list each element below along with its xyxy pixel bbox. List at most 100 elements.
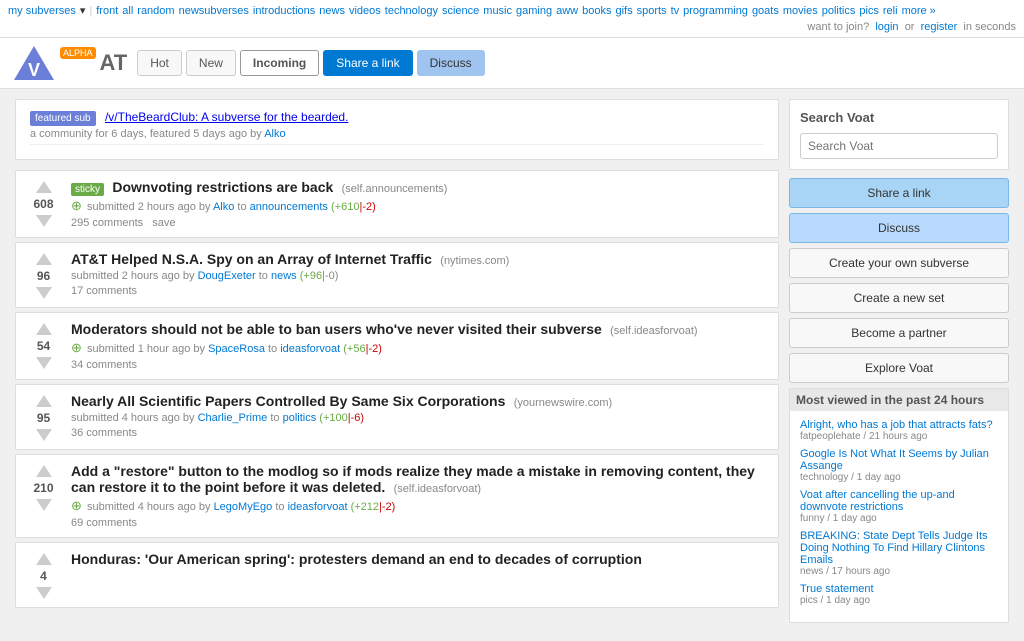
post-subverse[interactable]: politics (283, 412, 317, 424)
share-link-button[interactable]: Share a link (789, 178, 1009, 208)
alpha-badge: ALPHA (60, 47, 96, 59)
site-header: V ALPHA AT Hot New Incoming Share a link… (0, 38, 1024, 89)
most-viewed-link[interactable]: True statement (800, 583, 998, 595)
header-tabs: Hot New Incoming Share a link Discuss (137, 50, 484, 76)
post-author[interactable]: Charlie_Prime (198, 412, 268, 424)
login-link[interactable]: login (875, 21, 898, 33)
vote-column: 54 (16, 321, 71, 371)
nav-aww[interactable]: aww (556, 5, 578, 17)
nav-news[interactable]: news (319, 5, 345, 17)
tab-discuss[interactable]: Discuss (417, 50, 485, 76)
post-subverse[interactable]: ideasforvoat (280, 343, 340, 355)
table-row: 96 AT&T Helped N.S.A. Spy on an Array of… (15, 242, 779, 308)
table-row: 4 Honduras: 'Our American spring': prote… (15, 542, 779, 608)
upvote-button[interactable] (36, 395, 52, 407)
nav-technology[interactable]: technology (385, 5, 438, 17)
explore-button[interactable]: Explore Voat (789, 353, 1009, 383)
nav-random[interactable]: random (137, 5, 174, 17)
tab-hot[interactable]: Hot (137, 50, 182, 76)
nav-more[interactable]: more » (902, 5, 936, 17)
downvote-button[interactable] (36, 215, 52, 227)
comments-link[interactable]: 34 comments (71, 359, 137, 371)
save-link[interactable]: save (152, 217, 175, 229)
nav-pics[interactable]: pics (859, 5, 879, 17)
vote-count: 96 (37, 269, 50, 283)
vote-column: 4 (16, 551, 71, 599)
featured-banner: featured sub /v/TheBeardClub: A subverse… (15, 99, 779, 160)
plus-icon: ⊕ (71, 198, 82, 213)
post-author[interactable]: DougExeter (198, 270, 256, 282)
comments-link[interactable]: 17 comments (71, 285, 137, 297)
upvote-button[interactable] (36, 553, 52, 565)
upvote-button[interactable] (36, 323, 52, 335)
vote-column: 210 (16, 463, 71, 529)
nav-books[interactable]: books (582, 5, 611, 17)
nav-gaming[interactable]: gaming (516, 5, 552, 17)
most-viewed-link[interactable]: Google Is Not What It Seems by Julian As… (800, 448, 998, 472)
nav-music[interactable]: music (483, 5, 512, 17)
sidebar: Search Voat Share a link Discuss Create … (789, 99, 1009, 631)
post-author[interactable]: Alko (213, 201, 234, 213)
nav-gifs[interactable]: gifs (615, 5, 632, 17)
most-viewed-box: Most viewed in the past 24 hours Alright… (789, 388, 1009, 623)
nav-videos[interactable]: videos (349, 5, 381, 17)
most-viewed-link[interactable]: BREAKING: State Dept Tells Judge Its Doi… (800, 530, 998, 566)
downvote-button[interactable] (36, 429, 52, 441)
comments-link[interactable]: 36 comments (71, 427, 137, 439)
nav-politics[interactable]: politics (822, 5, 856, 17)
most-viewed-link[interactable]: Voat after cancelling the up-and downvot… (800, 489, 998, 513)
post-title[interactable]: Moderators should not be able to ban use… (71, 321, 602, 337)
upvote-button[interactable] (36, 181, 52, 193)
list-item: True statement pics / 1 day ago (800, 583, 998, 606)
featured-author[interactable]: Alko (264, 128, 285, 140)
nav-front[interactable]: front (96, 5, 118, 17)
discuss-button[interactable]: Discuss (789, 213, 1009, 243)
tab-share-link[interactable]: Share a link (323, 50, 412, 76)
nav-sports[interactable]: sports (637, 5, 667, 17)
create-subverse-button[interactable]: Create your own subverse (789, 248, 1009, 278)
post-subverse[interactable]: news (271, 270, 297, 282)
nav-all[interactable]: all (122, 5, 133, 17)
vote-column: 96 (16, 251, 71, 299)
upvote-button[interactable] (36, 465, 52, 477)
post-title[interactable]: Honduras: 'Our American spring': protest… (71, 551, 642, 567)
post-list: 608 sticky Downvoting restrictions are b… (15, 170, 779, 608)
list-item: BREAKING: State Dept Tells Judge Its Doi… (800, 530, 998, 577)
tab-incoming[interactable]: Incoming (240, 50, 319, 76)
nav-movies[interactable]: movies (783, 5, 818, 17)
search-input[interactable] (800, 133, 998, 159)
nav-goats[interactable]: goats (752, 5, 779, 17)
upvote-button[interactable] (36, 253, 52, 265)
post-title[interactable]: AT&T Helped N.S.A. Spy on an Array of In… (71, 251, 432, 267)
post-subverse[interactable]: ideasforvoat (288, 501, 348, 513)
post-author[interactable]: SpaceRosa (208, 343, 265, 355)
downvote-button[interactable] (36, 287, 52, 299)
downvote-button[interactable] (36, 499, 52, 511)
nav-reli[interactable]: reli (883, 5, 898, 17)
tab-new[interactable]: New (186, 50, 236, 76)
post-domain: (yournewswire.com) (514, 397, 612, 409)
nav-programming[interactable]: programming (683, 5, 748, 17)
top-navigation: my subverses ▾ | front all random newsub… (0, 0, 1024, 38)
vote-count: 54 (37, 339, 50, 353)
comments-link[interactable]: 69 comments (71, 517, 137, 529)
comments-link[interactable]: 295 comments (71, 217, 143, 229)
post-title[interactable]: Downvoting restrictions are back (112, 179, 333, 195)
register-link[interactable]: register (921, 21, 958, 33)
nav-science[interactable]: science (442, 5, 479, 17)
downvote-button[interactable] (36, 357, 52, 369)
featured-title[interactable]: /v/TheBeardClub: A subverse for the bear… (105, 110, 348, 124)
create-set-button[interactable]: Create a new set (789, 283, 1009, 313)
post-title[interactable]: Nearly All Scientific Papers Controlled … (71, 393, 505, 409)
sticky-tag: sticky (71, 183, 104, 196)
post-domain: (self.ideasforvoat) (610, 325, 697, 337)
nav-introductions[interactable]: introductions (253, 5, 315, 17)
become-partner-button[interactable]: Become a partner (789, 318, 1009, 348)
nav-tv[interactable]: tv (671, 5, 680, 17)
post-author[interactable]: LegoMyEgo (214, 501, 273, 513)
downvote-button[interactable] (36, 587, 52, 599)
most-viewed-link[interactable]: Alright, who has a job that attracts fat… (800, 419, 998, 431)
nav-newsubverses[interactable]: newsubverses (179, 5, 249, 17)
post-subverse[interactable]: announcements (250, 201, 328, 213)
nav-mysubverses[interactable]: my subverses (8, 5, 76, 17)
